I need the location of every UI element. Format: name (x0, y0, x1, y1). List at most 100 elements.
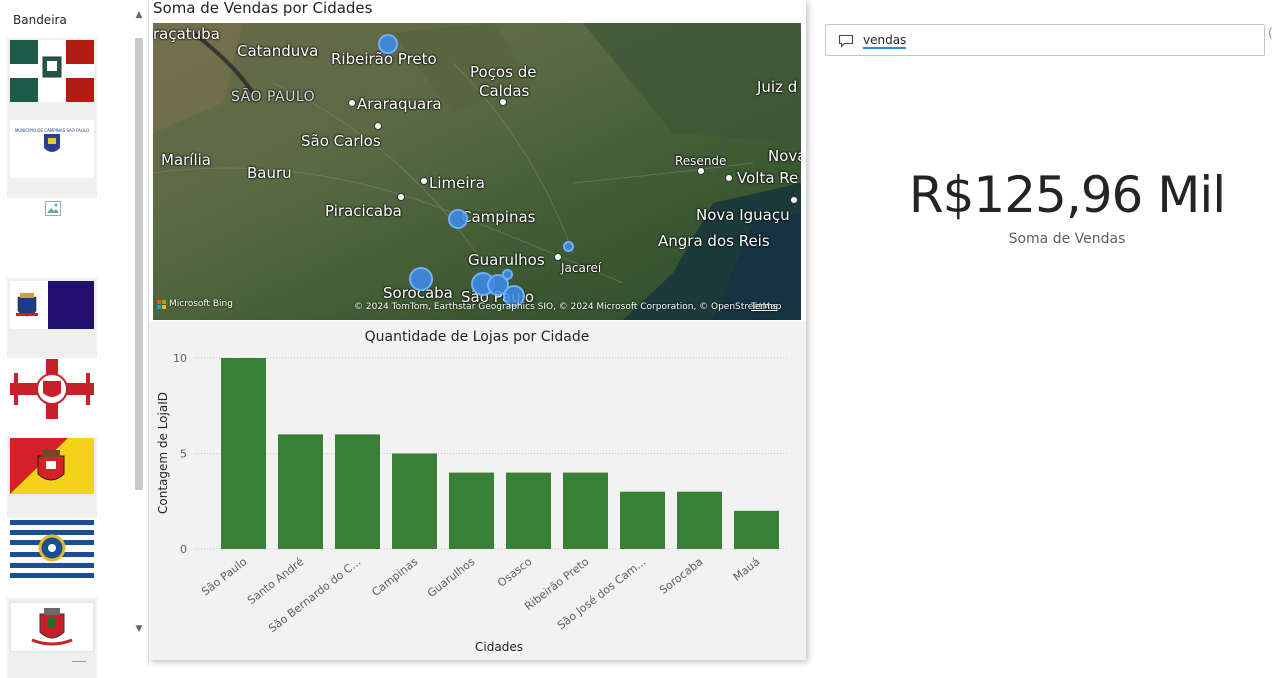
flag-image (10, 40, 94, 102)
flag-item[interactable] (7, 438, 97, 518)
flag-item[interactable]: MUNICIPIO DE CAMPINAS SAO PAULO (7, 118, 97, 198)
bar[interactable] (392, 453, 437, 550)
city-dot (499, 98, 507, 106)
x-tick-label: Sorocaba (657, 555, 705, 597)
scrollbar-thumb[interactable] (135, 38, 143, 490)
map-label: Resende (675, 154, 727, 168)
seal-text: MUNICIPIO DE CAMPINAS SAO PAULO (15, 128, 89, 133)
city-dot (554, 253, 562, 261)
city-dot (420, 177, 428, 185)
bar[interactable] (677, 491, 722, 549)
slicer-header: Bandeira (13, 13, 67, 27)
bar[interactable] (278, 434, 323, 549)
map-label: Poços de (470, 63, 537, 81)
map-label: Angra dos Reis (658, 232, 770, 250)
slicer-bottom-edge (72, 661, 86, 666)
qa-search-box[interactable]: vendas (825, 24, 1265, 56)
y-tick-label: 10 (173, 352, 187, 365)
qa-edge-bracket: ( (1268, 26, 1273, 40)
flag-image (10, 438, 94, 494)
bar[interactable] (563, 472, 608, 549)
bing-logo: Microsoft Bing (157, 299, 233, 309)
broken-image-icon (45, 201, 61, 216)
qa-input-text[interactable]: vendas (863, 33, 907, 49)
scroll-down-icon[interactable]: ▼ (134, 622, 144, 636)
city-dot (348, 99, 356, 107)
slicer-scrollbar[interactable]: ▲ ▼ (134, 8, 144, 648)
city-dot (725, 174, 733, 182)
map-visual[interactable]: Soma de Vendas por Cidades raçatuba Cata… (149, 0, 806, 323)
map-label: Juiz d (757, 78, 798, 96)
map-label: Bauru (247, 164, 292, 182)
x-tick-label: Osasco (495, 555, 534, 590)
flag-item[interactable] (7, 598, 97, 678)
bar[interactable] (335, 434, 380, 549)
card-value: R$125,96 Mil (908, 166, 1226, 224)
city-dot (790, 196, 798, 204)
map-label: Jacareí (561, 261, 602, 275)
sales-bubble[interactable] (502, 269, 513, 280)
map-label: Nova (768, 147, 801, 165)
y-tick-label: 0 (180, 543, 187, 556)
sales-bubble[interactable] (563, 241, 574, 252)
card-label: Soma de Vendas (1008, 231, 1126, 247)
x-tick-label: Guarulhos (425, 555, 478, 600)
bar[interactable] (449, 472, 494, 549)
flag-image (10, 520, 94, 578)
flag-item[interactable] (7, 198, 97, 278)
map-label: Araraquara (357, 95, 442, 113)
map-label: Campinas (461, 208, 536, 226)
map-label: Nova Iguaçu (696, 206, 790, 224)
bar[interactable] (620, 491, 665, 549)
flag-item[interactable] (7, 38, 97, 118)
map-area[interactable]: raçatuba Catanduva Ribeirão Preto Poços … (153, 23, 801, 320)
y-tick-label: 5 (180, 448, 187, 461)
scroll-up-icon[interactable]: ▲ (134, 8, 144, 22)
x-tick-label: São Paulo (199, 555, 249, 598)
flag-item[interactable] (7, 358, 97, 438)
map-label: SÃO PAULO (231, 89, 316, 105)
sales-bubble[interactable] (378, 34, 398, 54)
bars (221, 358, 779, 549)
map-label: raçatuba (153, 25, 220, 43)
map-title: Soma de Vendas por Cidades (153, 0, 373, 17)
flag-image (10, 602, 94, 652)
speech-bubble-icon (838, 34, 854, 48)
map-label: Piracicaba (325, 202, 402, 220)
chart-title: Quantidade de Lojas por Cidade (365, 329, 590, 345)
x-tick-label: Mauá (731, 555, 763, 584)
city-dot (697, 167, 705, 175)
bar[interactable] (221, 358, 266, 549)
map-label: Guarulhos (468, 251, 545, 269)
map-label: Limeira (429, 174, 485, 192)
city-dot (374, 122, 382, 130)
sales-bubble[interactable] (448, 209, 468, 229)
y-ticks: 0 5 10 (173, 352, 187, 556)
map-label: São Carlos (301, 132, 381, 150)
x-tick-label: São Bernardo do C... (266, 555, 363, 635)
x-tick-label: Campinas (369, 555, 420, 599)
city-dot (397, 193, 405, 201)
flag-image (10, 359, 94, 419)
kpi-card[interactable]: R$125,96 Mil Soma de Vendas (825, 160, 1273, 260)
bar-chart: Quantidade de Lojas por Cidade Contagem … (156, 329, 789, 654)
bing-label: Microsoft Bing (169, 299, 233, 309)
flag-item[interactable] (7, 518, 97, 598)
map-terms-link[interactable]: Terms (751, 302, 778, 312)
y-axis-label: Contagem de LojaID (156, 392, 170, 514)
x-ticks: São PauloSanto AndréSão Bernardo do C...… (199, 555, 762, 635)
bar[interactable] (734, 510, 779, 549)
microsoft-logo-icon (157, 299, 166, 309)
map-label: Marília (161, 151, 211, 169)
flag-item[interactable] (7, 278, 97, 358)
flag-slicer: Bandeira MUNICIPIO DE CAMPINAS SAO PAULO… (0, 0, 149, 678)
flag-image (10, 281, 94, 329)
map-label: Catanduva (237, 42, 319, 60)
sales-bubble[interactable] (409, 267, 433, 291)
flag-image: MUNICIPIO DE CAMPINAS SAO PAULO (10, 120, 94, 178)
bar[interactable] (506, 472, 551, 549)
map-credit[interactable]: © 2024 TomTom, Earthstar Geographics SIO… (354, 302, 781, 312)
map-label: Volta Re (737, 169, 799, 187)
x-axis-label: Cidades (475, 640, 523, 654)
bar-chart-visual[interactable]: Quantidade de Lojas por Cidade Contagem … (149, 323, 806, 660)
